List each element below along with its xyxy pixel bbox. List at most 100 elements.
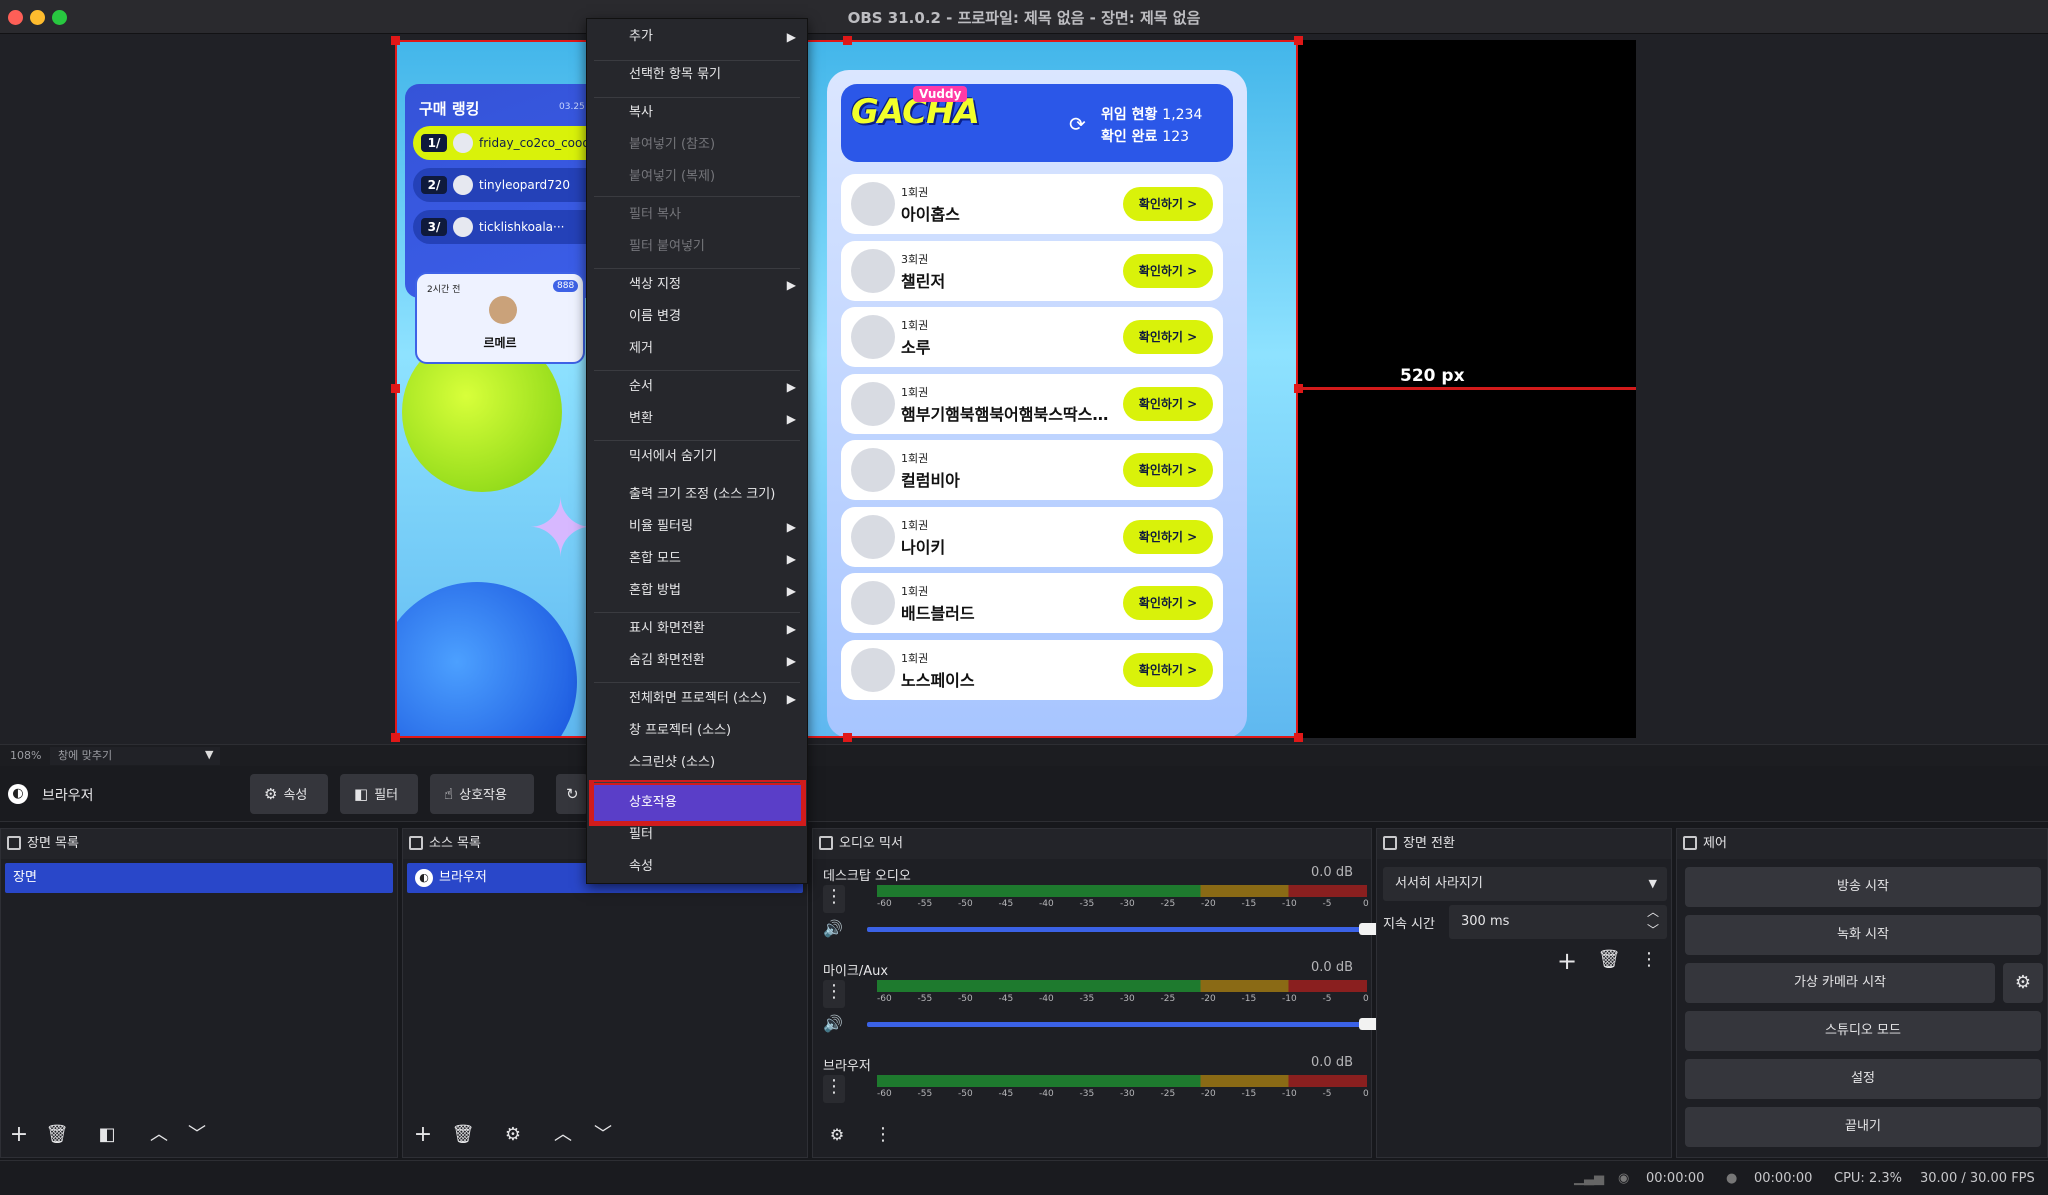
window-title: OBS 31.0.2 - 프로파일: 제목 없음 - 장면: 제목 없음 — [847, 9, 1201, 27]
transitions-dock: 장면 전환 서서히 사라지기 ▼ 지속 시간 300 ms ︿ ﹀ + 🗑 ⋮ — [1376, 828, 1672, 1158]
channel-menu-button[interactable]: ⋮ — [823, 885, 845, 913]
resize-handle[interactable] — [391, 36, 400, 45]
refresh-button[interactable]: ↻ — [556, 774, 588, 814]
scene-item[interactable]: 장면 — [5, 863, 393, 893]
context-menu-item[interactable]: 비율 필터링 ▶ — [586, 512, 808, 542]
submenu-arrow-icon: ▶ — [786, 278, 796, 292]
add-transition-button[interactable]: + — [1553, 947, 1581, 975]
context-menu-item[interactable]: 이름 변경 — [586, 302, 808, 332]
browser-source-frame[interactable]: ✦ 구매 랭킹 03.25 1 1/ friday_co2co_cooo 2/ … — [395, 40, 1298, 738]
gear-icon[interactable]: ⚙ — [499, 1121, 527, 1149]
menu-item-label: 전체화면 프로젝터 (소스) — [629, 691, 768, 706]
duration-spinbox[interactable]: 300 ms ︿ ﹀ — [1449, 905, 1667, 939]
menu-item-label: 변환 — [629, 411, 653, 426]
menu-item-label: 혼합 방법 — [629, 583, 681, 598]
start-recording-button[interactable]: 녹화 시작 — [1685, 915, 2041, 955]
context-menu-item[interactable]: 창 프로젝터 (소스) — [586, 716, 808, 746]
confirm-button[interactable]: 확인하기 > — [1123, 519, 1213, 554]
context-menu-item[interactable]: 변환 ▶ — [586, 404, 808, 434]
trash-icon[interactable]: 🗑 — [449, 1121, 477, 1149]
transition-menu-button[interactable]: ⋮ — [1639, 949, 1659, 977]
context-menu-item[interactable]: 속성 — [586, 852, 808, 882]
context-menu-item[interactable]: 혼합 모드 ▶ — [586, 544, 808, 574]
move-down-button[interactable]: ﹀ — [183, 1121, 211, 1149]
transition-type-select[interactable]: 서서히 사라지기 ▼ — [1383, 867, 1667, 901]
menu-item-label: 복사 — [629, 105, 653, 120]
context-menu-item[interactable]: 혼합 방법 ▶ — [586, 576, 808, 606]
context-menu-item[interactable]: 필터 — [586, 820, 808, 850]
properties-button[interactable]: ⚙ 속성 — [250, 774, 328, 814]
scene-filters-button[interactable]: ◧ — [93, 1121, 121, 1149]
trash-icon[interactable]: 🗑 — [1595, 949, 1623, 977]
volume-slider[interactable] — [867, 1022, 1367, 1027]
trash-icon[interactable]: 🗑 — [43, 1121, 71, 1149]
move-down-button[interactable]: ﹀ — [589, 1121, 617, 1149]
filters-button[interactable]: ◧ 필터 — [340, 774, 418, 814]
fps: 30.00 / 30.00 FPS — [1920, 1171, 2035, 1186]
speaker-icon[interactable]: 🔊 — [823, 1014, 845, 1036]
context-menu-item[interactable]: 복사 — [586, 98, 808, 128]
rank-number: 1/ — [421, 134, 447, 152]
context-menu-item[interactable]: 표시 화면전환 ▶ — [586, 614, 808, 644]
exit-button[interactable]: 끝내기 — [1685, 1107, 2041, 1147]
add-scene-button[interactable]: + — [5, 1121, 33, 1149]
interact-button[interactable]: ☝ 상호작용 — [430, 774, 534, 814]
speaker-icon[interactable]: 🔊 — [823, 919, 845, 941]
chevron-down-icon[interactable]: ▼ — [205, 748, 213, 761]
resize-handle[interactable] — [391, 733, 400, 742]
context-menu-item[interactable]: 제거 — [586, 334, 808, 364]
add-source-button[interactable]: + — [409, 1121, 437, 1149]
context-menu-item[interactable]: 순서 ▶ — [586, 372, 808, 402]
confirm-button[interactable]: 확인하기 > — [1123, 320, 1213, 354]
scale-tick: -55 — [917, 994, 933, 1004]
context-menu-item[interactable]: 색상 지정 ▶ — [586, 270, 808, 300]
start-virtual-camera-button[interactable]: 가상 카메라 시작 — [1685, 963, 1995, 1003]
channel-menu-button[interactable]: ⋮ — [823, 1075, 845, 1103]
gacha-list-item: 1회권 나이키 확인하기 > — [841, 506, 1223, 567]
scenes-dock: 장면 목록 장면 + 🗑 ◧ ︿ ﹀ — [0, 828, 398, 1158]
globe-icon: ◐ — [8, 784, 28, 804]
stat-value: 123 — [1162, 129, 1190, 145]
channel-db: 0.0 dB — [1311, 865, 1353, 880]
confirm-button[interactable]: 확인하기 > — [1123, 453, 1213, 487]
settings-button[interactable]: 설정 — [1685, 1059, 2041, 1099]
context-menu-item[interactable]: 스크린샷 (소스) — [586, 748, 808, 778]
confirm-button[interactable]: 확인하기 > — [1123, 586, 1213, 620]
confirm-button[interactable]: 확인하기 > — [1123, 253, 1213, 288]
resize-handle[interactable] — [843, 36, 852, 45]
studio-mode-button[interactable]: 스튜디오 모드 — [1685, 1011, 2041, 1051]
channel-menu-button[interactable]: ⋮ — [823, 980, 845, 1008]
volume-slider[interactable] — [867, 927, 1367, 932]
status-bar: ▁▃▅ ◉ 00:00:00 ● 00:00:00 CPU: 2.3% 30.0… — [0, 1160, 2048, 1195]
resize-handle[interactable] — [1294, 733, 1303, 742]
move-up-button[interactable]: ︿ — [145, 1121, 173, 1149]
context-menu-item[interactable]: 선택한 항목 묶기 — [586, 60, 808, 90]
menu-item-label: 믹서에서 숨기기 — [629, 449, 717, 464]
dock-icon — [7, 836, 21, 850]
decor-star-icon: ✦ — [527, 482, 595, 575]
zoom-fit-select[interactable]: 창에 맞추기 — [50, 747, 220, 765]
resize-handle[interactable] — [391, 384, 400, 393]
spin-arrows-icon[interactable]: ︿ ﹀ — [1647, 903, 1659, 939]
virtual-camera-gear-icon[interactable]: ⚙ — [2003, 963, 2043, 1003]
confirm-button[interactable]: 확인하기 > — [1123, 386, 1213, 421]
context-menu-item-interact[interactable]: 상호작용 — [586, 788, 808, 818]
confirm-button[interactable]: 확인하기 > — [1123, 652, 1213, 687]
submenu-arrow-icon: ▶ — [786, 30, 796, 44]
context-menu-item: 필터 붙여넣기 — [586, 232, 808, 262]
context-menu-item[interactable]: 믹서에서 숨기기 — [586, 442, 808, 472]
move-up-button[interactable]: ︿ — [549, 1121, 577, 1149]
menu-item-label: 혼합 모드 — [629, 551, 681, 566]
resize-handle[interactable] — [1294, 36, 1303, 45]
channel-name: 데스크탑 오디오 — [823, 869, 911, 884]
confirm-button[interactable]: 확인하기 > — [1123, 187, 1213, 221]
context-menu-item[interactable]: 숨김 화면전환 ▶ — [586, 646, 808, 676]
context-menu-item[interactable]: 추가 ▶ — [586, 22, 808, 52]
context-menu-item[interactable]: 출력 크기 조정 (소스 크기) — [586, 480, 808, 510]
scale-tick: -10 — [1282, 994, 1297, 1004]
resize-handle[interactable] — [843, 733, 852, 742]
start-streaming-button[interactable]: 방송 시작 — [1685, 867, 2041, 907]
context-menu-item[interactable]: 전체화면 프로젝터 (소스) ▶ — [586, 684, 808, 714]
menu-separator — [594, 440, 800, 441]
scale-tick: -30 — [1120, 1089, 1135, 1099]
